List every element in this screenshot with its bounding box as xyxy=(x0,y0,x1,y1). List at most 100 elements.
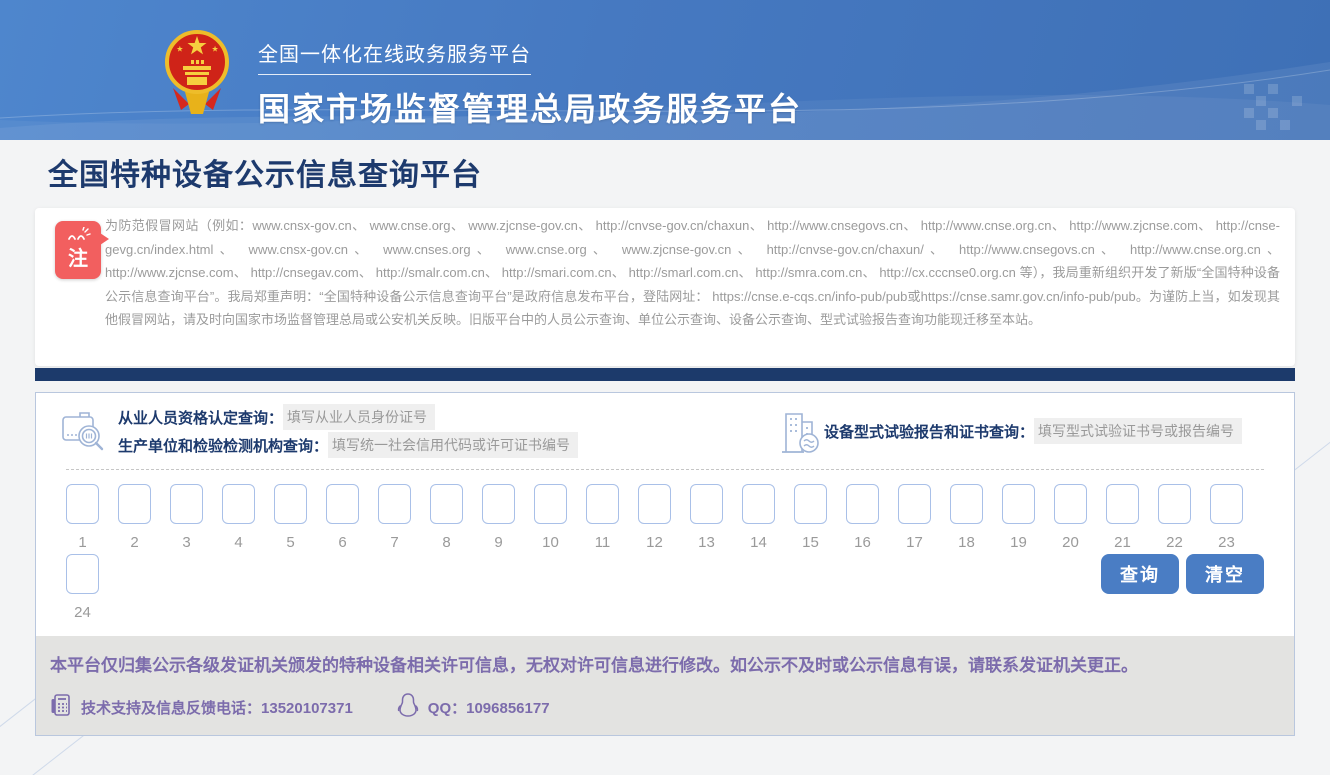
person-query-row: 从业人员资格认定查询：填写从业人员身份证号 xyxy=(118,403,578,431)
code-box-number: 13 xyxy=(698,534,715,552)
national-emblem-logo xyxy=(165,26,229,118)
code-box-cell: 14 xyxy=(742,484,775,552)
code-char-input-21[interactable] xyxy=(1106,484,1139,524)
code-box-number: 16 xyxy=(854,534,871,552)
code-box-number: 10 xyxy=(542,534,559,552)
code-char-input-1[interactable] xyxy=(66,484,99,524)
unit-query-label: 生产单位和检验检测机构查询： xyxy=(118,435,328,456)
note-badge-label: 注 xyxy=(55,248,101,270)
page-root: 全国一体化在线政务服务平台 国家市场监督管理总局政务服务平台 全国特种设备公示信… xyxy=(0,0,1330,775)
qq-number: 1096856177 xyxy=(466,700,549,717)
qq-text: QQ：1096856177 xyxy=(428,697,550,718)
code-box-cell: 12 xyxy=(638,484,671,552)
code-box-cell: 6 xyxy=(326,484,359,552)
query-panel: 从业人员资格认定查询：填写从业人员身份证号 生产单位和检验检测机构查询：填写统一… xyxy=(35,392,1295,736)
code-box-cell: 1 xyxy=(66,484,99,552)
clear-button[interactable]: 清空 xyxy=(1186,554,1264,594)
building-certificate-icon xyxy=(778,408,822,459)
code-box-cell: 8 xyxy=(430,484,463,552)
query-hints-section: 从业人员资格认定查询：填写从业人员身份证号 生产单位和检验检测机构查询：填写统一… xyxy=(36,393,1294,469)
code-char-input-7[interactable] xyxy=(378,484,411,524)
code-box-number: 4 xyxy=(234,534,242,552)
fax-phone-icon xyxy=(50,693,72,722)
code-box-number: 24 xyxy=(74,604,91,622)
code-char-input-6[interactable] xyxy=(326,484,359,524)
code-char-input-15[interactable] xyxy=(794,484,827,524)
code-char-input-12[interactable] xyxy=(638,484,671,524)
code-box-cell: 10 xyxy=(534,484,567,552)
code-box-number: 19 xyxy=(1010,534,1027,552)
code-char-input-11[interactable] xyxy=(586,484,619,524)
action-buttons: 查询 清空 xyxy=(1101,554,1264,594)
unit-query-hint: 填写统一社会信用代码或许可证书编号 xyxy=(328,432,578,458)
code-char-input-24[interactable] xyxy=(66,554,99,594)
panel-footer: 本平台仅归集公示各级发证机关颁发的特种设备相关许可信息，无权对许可信息进行修改。… xyxy=(36,636,1294,735)
code-char-input-20[interactable] xyxy=(1054,484,1087,524)
code-box-cell: 17 xyxy=(898,484,931,552)
section-divider-bar xyxy=(35,368,1295,381)
code-char-input-3[interactable] xyxy=(170,484,203,524)
code-char-input-8[interactable] xyxy=(430,484,463,524)
code-box-cell: 2 xyxy=(118,484,151,552)
code-box-number: 5 xyxy=(286,534,294,552)
person-query-hint: 填写从业人员身份证号 xyxy=(283,404,435,430)
code-char-input-9[interactable] xyxy=(482,484,515,524)
query-button[interactable]: 查询 xyxy=(1101,554,1179,594)
code-boxes-row1: 1234567891011121314151617181920212223 xyxy=(66,484,1264,552)
anti-fake-notice-card: 注 为防范假冒网站（例如：www.cnsx-gov.cn、 www.cnse.o… xyxy=(35,208,1295,366)
code-box-cell: 19 xyxy=(1002,484,1035,552)
code-box-cell: 20 xyxy=(1054,484,1087,552)
code-box-cell: 11 xyxy=(586,484,619,552)
site-header: 全国一体化在线政务服务平台 国家市场监督管理总局政务服务平台 xyxy=(0,0,1330,140)
code-char-input-16[interactable] xyxy=(846,484,879,524)
code-box-number: 14 xyxy=(750,534,767,552)
code-box-cell: 4 xyxy=(222,484,255,552)
code-char-input-4[interactable] xyxy=(222,484,255,524)
code-box-cell: 5 xyxy=(274,484,307,552)
right-query-hints: 设备型式试验报告和证书查询：填写型式试验证书号或报告编号 xyxy=(824,417,1242,445)
note-badge: 注 xyxy=(55,221,101,279)
code-char-input-14[interactable] xyxy=(742,484,775,524)
code-boxes-row2: 24 查询 清空 xyxy=(66,554,1264,622)
code-box-cell: 13 xyxy=(690,484,723,552)
qq-label: QQ： xyxy=(428,700,466,717)
device-query-hint: 填写型式试验证书号或报告编号 xyxy=(1034,418,1242,444)
wink-face-icon xyxy=(65,227,91,243)
code-char-input-10[interactable] xyxy=(534,484,567,524)
code-char-input-17[interactable] xyxy=(898,484,931,524)
left-query-hints: 从业人员资格认定查询：填写从业人员身份证号 生产单位和检验检测机构查询：填写统一… xyxy=(118,403,578,459)
id-card-magnifier-icon xyxy=(60,408,106,459)
code-char-input-18[interactable] xyxy=(950,484,983,524)
code-char-input-5[interactable] xyxy=(274,484,307,524)
code-box-cell: 24 xyxy=(66,554,99,622)
code-box-number: 12 xyxy=(646,534,663,552)
disclaimer-text: 本平台仅归集公示各级发证机关颁发的特种设备相关许可信息，无权对许可信息进行修改。… xyxy=(50,652,1260,680)
code-box-number: 15 xyxy=(802,534,819,552)
code-box-number: 8 xyxy=(442,534,450,552)
code-char-input-19[interactable] xyxy=(1002,484,1035,524)
code-box-number: 20 xyxy=(1062,534,1079,552)
code-box-number: 11 xyxy=(595,534,611,552)
code-char-input-23[interactable] xyxy=(1210,484,1243,524)
support-phone-number: 13520107371 xyxy=(261,700,353,717)
code-box-cell: 15 xyxy=(794,484,827,552)
contact-row: 技术支持及信息反馈电话：13520107371 QQ：1096856177 xyxy=(50,692,1280,723)
page-title: 全国特种设备公示信息查询平台 xyxy=(48,150,482,194)
support-phone-text: 技术支持及信息反馈电话：13520107371 xyxy=(81,697,353,718)
code-box-cell: 22 xyxy=(1158,484,1191,552)
code-char-input-13[interactable] xyxy=(690,484,723,524)
code-box-number: 9 xyxy=(494,534,502,552)
code-box-number: 1 xyxy=(78,534,86,552)
code-box-number: 22 xyxy=(1166,534,1183,552)
code-box-number: 17 xyxy=(906,534,923,552)
code-box-cell: 16 xyxy=(846,484,879,552)
device-query-label: 设备型式试验报告和证书查询： xyxy=(824,421,1034,442)
code-char-input-2[interactable] xyxy=(118,484,151,524)
person-query-label: 从业人员资格认定查询： xyxy=(118,407,283,428)
notice-text: 为防范假冒网站（例如：www.cnsx-gov.cn、 www.cnse.org… xyxy=(105,214,1280,332)
code-box-cell: 7 xyxy=(378,484,411,552)
code-box-number: 18 xyxy=(958,534,975,552)
code-box-cell: 21 xyxy=(1106,484,1139,552)
code-entry-section: 1234567891011121314151617181920212223 24… xyxy=(36,470,1294,636)
code-char-input-22[interactable] xyxy=(1158,484,1191,524)
